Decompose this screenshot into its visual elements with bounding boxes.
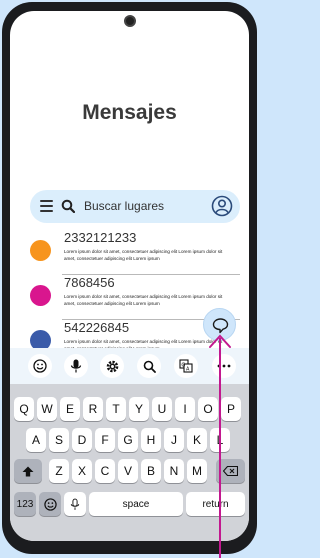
key-g[interactable]: G [118,428,138,452]
conversation-number: 7868456 [64,275,115,290]
annotation-arrow-line [219,338,221,558]
key-a[interactable]: A [26,428,46,452]
dictation-key[interactable] [64,492,86,516]
key-k[interactable]: K [187,428,207,452]
shift-icon [22,466,34,476]
more-icon[interactable] [212,354,236,378]
key-z[interactable]: Z [49,459,69,483]
microphone-icon [70,498,80,510]
emoji-icon [43,497,57,511]
key-p[interactable]: P [221,397,241,421]
numbers-key[interactable]: 123 [14,492,36,516]
key-r[interactable]: R [83,397,103,421]
conversation-snippet: Lorem ipsum dolor sit amet, consectetuer… [64,249,223,261]
key-q[interactable]: Q [14,397,34,421]
front-camera [124,15,136,27]
key-u[interactable]: U [152,397,172,421]
chat-bubble-icon [212,318,229,334]
search-bar[interactable]: Buscar lugares [30,190,240,223]
key-d[interactable]: D [72,428,92,452]
key-v[interactable]: V [118,459,138,483]
key-o[interactable]: O [198,397,218,421]
conversation-number: 542226845 [64,320,130,335]
key-h[interactable]: H [141,428,161,452]
key-f[interactable]: F [95,428,115,452]
contact-avatar [30,240,51,261]
svg-text:G: G [181,362,185,368]
conversation-item[interactable]: 2332121233 Lorem ipsum dolor sit amet, c… [30,230,240,275]
annotation-arrow-head-icon [209,334,231,348]
keyboard: Q W E R T Y U I O P A S D F G H J K L Z … [10,384,249,541]
key-t[interactable]: T [106,397,126,421]
page-title: Mensajes [82,101,177,124]
search-input[interactable]: Buscar lugares [84,199,164,213]
key-s[interactable]: S [49,428,69,452]
key-y[interactable]: Y [129,397,149,421]
keyboard-toolbar: GA [10,348,249,384]
key-b[interactable]: B [141,459,161,483]
screen: Mensajes Buscar lugares 2332121233 Lorem… [10,11,249,541]
translate-icon[interactable]: GA [174,354,198,378]
conversation-snippet: Lorem ipsum dolor sit amet, consectetuer… [64,294,223,306]
key-x[interactable]: X [72,459,92,483]
key-i[interactable]: I [175,397,195,421]
profile-avatar-icon[interactable] [211,195,233,222]
shift-key[interactable] [14,459,42,483]
key-w[interactable]: W [37,397,57,421]
search-icon[interactable] [137,354,161,378]
settings-icon[interactable] [100,354,124,378]
hamburger-menu-icon[interactable] [40,200,53,213]
emoji-key[interactable] [39,492,61,516]
contact-avatar [30,285,51,306]
key-j[interactable]: J [164,428,184,452]
conversation-number: 2332121233 [64,230,137,245]
key-n[interactable]: N [164,459,184,483]
svg-text:A: A [186,367,190,373]
key-m[interactable]: M [187,459,207,483]
backspace-icon [223,466,238,476]
key-e[interactable]: E [60,397,80,421]
return-key[interactable]: return [186,492,245,516]
key-c[interactable]: C [95,459,115,483]
space-key[interactable]: space [89,492,183,516]
search-icon[interactable] [61,199,76,218]
microphone-icon[interactable] [64,354,88,378]
emoji-icon[interactable] [28,354,52,378]
